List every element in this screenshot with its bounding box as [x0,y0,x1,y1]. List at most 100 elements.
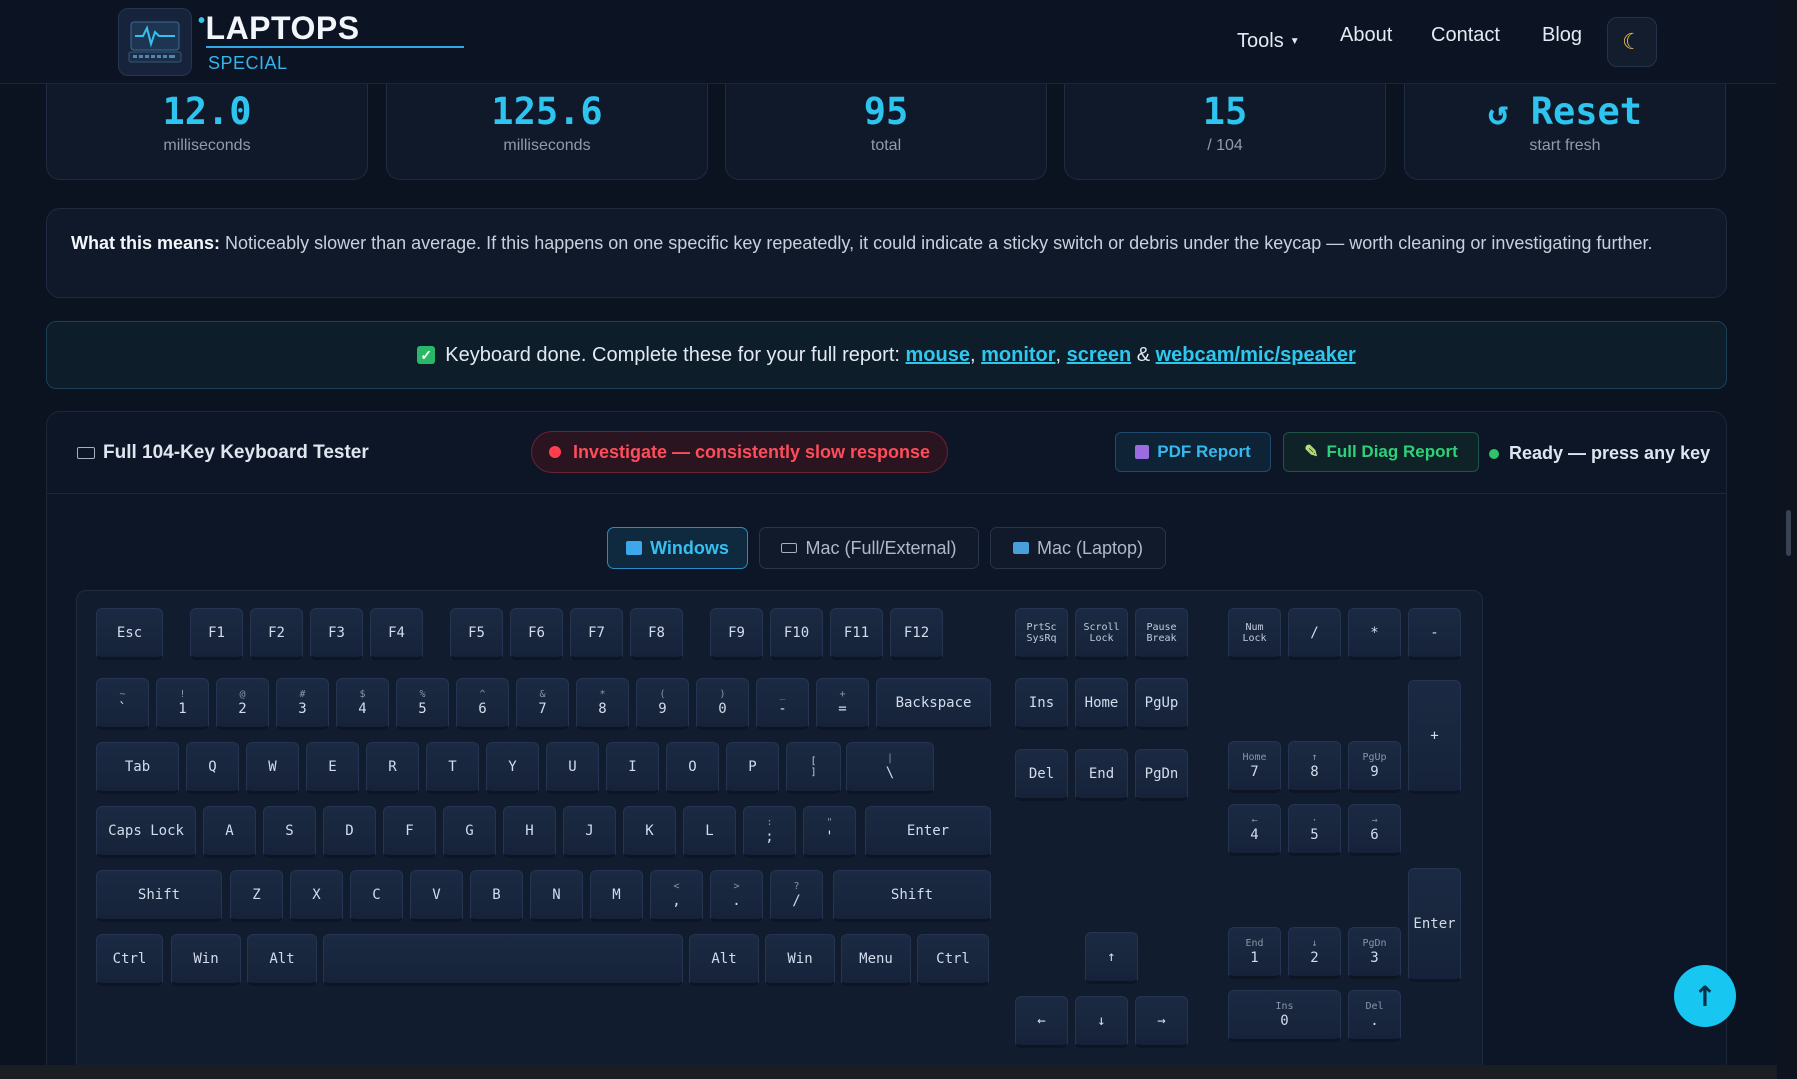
key-0[interactable]: ) 0 [696,678,749,730]
key-pause[interactable]: Pause Break [1135,608,1188,660]
key-num-2[interactable]: ↓ 2 [1288,927,1341,979]
key-2[interactable]: @2 [216,678,269,730]
scroll-to-top-button[interactable]: ↑ [1674,965,1736,1027]
key-num-slash[interactable]: / [1288,608,1341,660]
key-num-5[interactable]: · 5 [1288,804,1341,856]
key-x[interactable]: X [290,870,343,922]
key-f11[interactable]: F11 [830,608,883,660]
key-alt-right[interactable]: Alt [689,934,759,986]
key-e[interactable]: E [306,742,359,794]
link-mouse[interactable]: mouse [906,344,970,367]
link-screen[interactable]: screen [1067,344,1132,367]
key-num-8[interactable]: ↑ 8 [1288,741,1341,793]
key-shift-left[interactable]: Shift [96,870,222,922]
key-sym-12[interactable]: + = [816,678,869,730]
key-end[interactable]: End [1075,749,1128,801]
key-h[interactable]: H [503,806,556,858]
key-arrow-left[interactable]: ← [1015,996,1068,1048]
key-num-plus[interactable]: + [1408,680,1461,794]
key-z[interactable]: Z [230,870,283,922]
link-monitor[interactable]: monitor [981,344,1055,367]
key-num-enter[interactable]: Enter [1408,868,1461,982]
key-num-1[interactable]: End 1 [1228,927,1281,979]
key-u[interactable]: U [546,742,599,794]
key-f12[interactable]: F12 [890,608,943,660]
key-sym-0[interactable]: ~ ` [96,678,149,730]
key-4[interactable]: $4 [336,678,389,730]
key-num-minus[interactable]: - [1408,608,1461,660]
theme-toggle-button[interactable]: ☾ [1607,17,1657,67]
key-home[interactable]: Home [1075,678,1128,730]
key-num-4[interactable]: ← 4 [1228,804,1281,856]
key-a[interactable]: A [203,806,256,858]
key-space[interactable] [323,934,683,986]
key-5[interactable]: % 5 [396,678,449,730]
key-f2[interactable]: F2 [250,608,303,660]
logo-wordmark[interactable]: •LAPTOPS SPECIAL [198,10,464,73]
key-7[interactable]: & 7 [516,678,569,730]
key-d[interactable]: D [323,806,376,858]
full-diag-report-button[interactable]: ✎ Full Diag Report [1283,432,1479,472]
key-slash[interactable]: ? / [770,870,823,922]
tab-mac-full-external[interactable]: Mac (Full/External) [759,527,979,569]
key-b[interactable]: B [470,870,523,922]
key-f10[interactable]: F10 [770,608,823,660]
key-8[interactable]: * 8 [576,678,629,730]
key-3[interactable]: #3 [276,678,329,730]
key-f7[interactable]: F7 [570,608,623,660]
key-q[interactable]: Q [186,742,239,794]
key-menu[interactable]: Menu [841,934,911,986]
key-semicolon[interactable]: :; [743,806,796,858]
scrollbar-thumb[interactable] [1786,510,1791,556]
key-bracket[interactable]: [] [786,742,841,794]
tab-mac-laptop[interactable]: Mac (Laptop) [990,527,1166,569]
key-t[interactable]: T [426,742,479,794]
nav-blog[interactable]: Blog [1542,24,1582,47]
key-f6[interactable]: F6 [510,608,563,660]
key-f3[interactable]: F3 [310,608,363,660]
key-r[interactable]: R [366,742,419,794]
key-pgdn[interactable]: PgDn [1135,749,1188,801]
key-num-multiply[interactable]: * [1348,608,1401,660]
key-backspace[interactable]: Backspace [876,678,991,730]
key-k[interactable]: K [623,806,676,858]
key-o[interactable]: O [666,742,719,794]
key-y[interactable]: Y [486,742,539,794]
key-ctrl-left[interactable]: Ctrl [96,934,163,986]
reset-button[interactable]: ↺ Reset start fresh [1404,84,1726,180]
key-s[interactable]: S [263,806,316,858]
key-shift-right[interactable]: Shift [833,870,991,922]
key-num-lock[interactable]: Num Lock [1228,608,1281,660]
key-num-0[interactable]: Ins 0 [1228,990,1341,1042]
link-webcam-mic-speaker[interactable]: webcam/mic/speaker [1156,344,1356,367]
key-esc[interactable]: Esc [96,608,163,660]
key-f[interactable]: F [383,806,436,858]
key-sym-11[interactable]: _ - [756,678,809,730]
key-i[interactable]: I [606,742,659,794]
key-g[interactable]: G [443,806,496,858]
key-1[interactable]: ! 1 [156,678,209,730]
key-9[interactable]: (9 [636,678,689,730]
key-l[interactable]: L [683,806,736,858]
key-arrow-right[interactable]: → [1135,996,1188,1048]
key-backslash[interactable]: | \ [846,742,934,794]
key-prtsc[interactable]: PrtSc SysRq [1015,608,1068,660]
key-f9[interactable]: F9 [710,608,763,660]
key-ins[interactable]: Ins [1015,678,1068,730]
key-c[interactable]: C [350,870,403,922]
key-comma[interactable]: <, [650,870,703,922]
key-f1[interactable]: F1 [190,608,243,660]
nav-contact[interactable]: Contact [1431,24,1500,47]
logo-icon[interactable] [118,8,192,76]
key-quote[interactable]: " ' [803,806,856,858]
key-tab[interactable]: Tab [96,742,179,794]
key-pgup[interactable]: PgUp [1135,678,1188,730]
key-alt-left[interactable]: Alt [247,934,317,986]
key-arrow-down[interactable]: ↓ [1075,996,1128,1048]
key-num-decimal[interactable]: Del. [1348,990,1401,1042]
key-arrow-up[interactable]: ↑ [1085,932,1138,984]
key-num-7[interactable]: Home 7 [1228,741,1281,793]
key-win-right[interactable]: Win [765,934,835,986]
key-ctrl-right[interactable]: Ctrl [917,934,989,986]
key-n[interactable]: N [530,870,583,922]
